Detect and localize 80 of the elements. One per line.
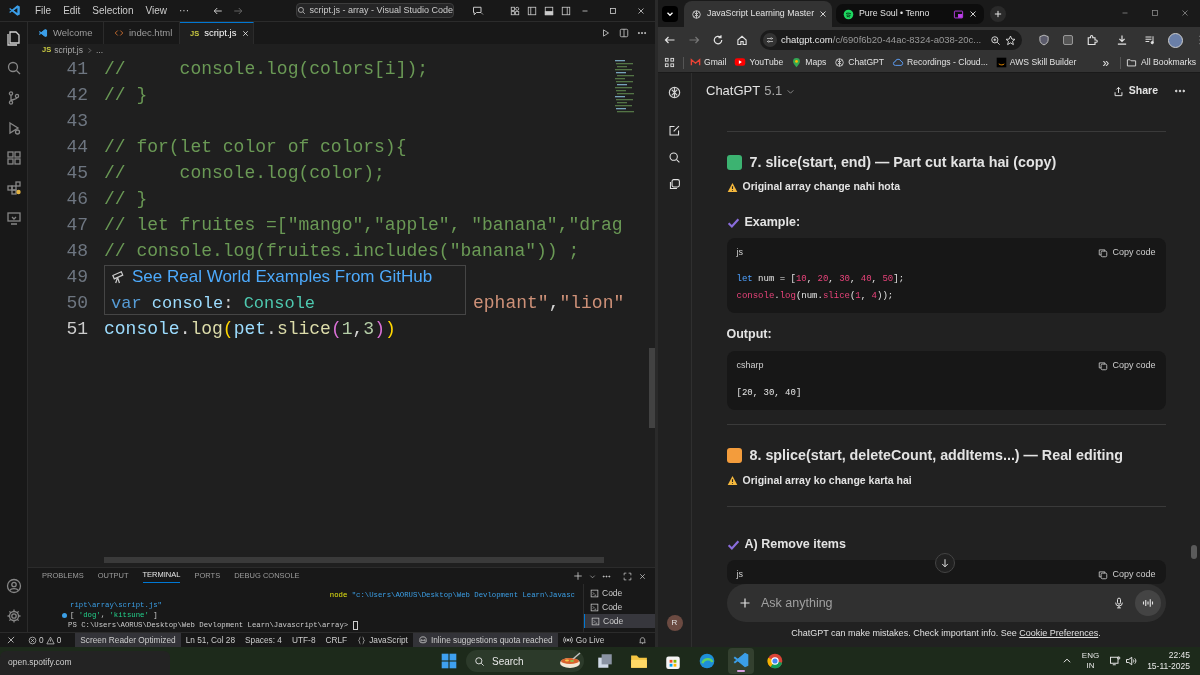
terminal-list-item[interactable]: Code [584,600,655,614]
code-language: js [736,245,743,259]
status-bar-item[interactable]: CRLF [320,633,353,647]
line-number: 48 [65,239,88,263]
bookmark[interactable]: Maps [791,56,827,69]
code-line: console.log(num.slice(1, 4)); [736,289,895,303]
status-bar-item[interactable]: UTF-8 [287,633,321,647]
code-line: console.log(pet.slice(1,3)) [104,317,396,341]
bookmark[interactable]: ChatGPT [834,56,885,69]
code-line: // let fruites =["mango","apple", "banana","drag [104,213,623,237]
window-preview[interactable]: open.spotify.com [0,651,170,675]
browser-tab[interactable]: Pure Soul • Tenno [836,4,984,24]
section-heading: 8. splice(start, deleteCount, addItems...) — Real editing [749,446,1123,466]
all-bookmarks[interactable]: All Bookmarks [1126,56,1196,69]
user-avatar[interactable]: R [666,615,683,631]
line-number: 44 [65,135,88,159]
line-number: 42 [65,83,88,107]
github-examples-link[interactable]: See Real World Examples From GitHub [132,263,433,289]
warning-text: Original array change nahi hota [742,179,901,195]
input-language-indicator[interactable]: ENG IN [1081,651,1100,671]
more-bookmarks-button[interactable]: » [1096,53,1116,72]
menu-item[interactable]: ··· [173,1,195,20]
section-heading: 7. slice(start, end) — Part cut karta hai (copy) [749,153,1057,172]
code-line: // } [104,83,148,107]
status-bar-item[interactable]: Spaces: 4 [240,633,287,647]
status-bar-item[interactable]: Ln 51, Col 28 [180,633,241,647]
code-line: // console.log(fruites.includes("banana")) ; [104,239,580,263]
share-button[interactable]: Share [1112,83,1158,99]
editor-tab[interactable]: Welcome [28,22,104,44]
copy-code-button[interactable]: Copy code [1098,245,1156,260]
output-label: Output: [726,326,773,344]
subheading: A) Remove items [744,536,846,554]
code-line: // console.log(colors[i]); [104,57,429,81]
line-number: 50 [65,291,88,315]
taskbar-search[interactable]: Search [466,650,584,672]
status-bar-item[interactable]: Screen Reader Optimized [75,633,181,647]
disclaimer-text: ChatGPT can make mistakes. Check important info. See Cookie Preferences. [790,626,1102,640]
code-line: // console.log(color); [104,161,385,185]
menu-item[interactable]: Selection [86,1,140,20]
status-bar-item[interactable]: JavaScript [352,633,413,647]
menu-item[interactable]: View [139,1,173,20]
copy-code-button[interactable]: Copy code [1098,359,1156,373]
bookmark[interactable]: Gmail [690,56,727,69]
code-language: csharp [736,359,764,373]
status-bar-item[interactable]: Go Live [557,633,610,647]
bookmark[interactable]: AWS Skill Builder [995,56,1077,69]
bookmark[interactable]: Recordings - Cloud... [892,56,988,69]
code-line: ephant","lion" [473,291,625,315]
type-signature: var console: Console [111,293,317,315]
prompt-input[interactable]: Ask anything [761,593,1103,613]
copy-code-button[interactable]: Copy code [1098,568,1156,582]
line-number: 47 [65,213,88,237]
clock[interactable]: 22:45 15-11-2025 [1147,650,1190,672]
warning-text: Original array ko change karta hai [742,472,912,488]
prompt-field[interactable]: Ask anything [727,584,1166,622]
problems-indicator[interactable]: 0 0 [22,633,68,647]
terminal-list-item[interactable]: Code [584,586,655,600]
terminal-list-item[interactable]: Code [584,614,655,628]
menu-item[interactable]: Edit [57,1,87,20]
line-number: 49 [65,265,88,289]
browser-tab[interactable]: JavaScript Learning Master [684,1,832,27]
line-number: 46 [65,187,88,211]
line-number: 43 [65,109,88,133]
line-number: 41 [65,57,88,81]
code-language: js [736,568,743,582]
subheading: Example: [744,214,801,232]
breadcrumb-item[interactable]: script.js [54,43,83,57]
line-number: 51 [65,317,88,341]
code-line: // for(let color of colors){ [104,135,407,159]
status-bar-item[interactable]: Inline suggestions quota reached [412,633,558,647]
bookmark[interactable]: YouTube [734,56,784,69]
code-line: [20, 30, 40] [736,386,803,400]
breadcrumb-item[interactable]: ... [96,43,104,57]
line-number: 45 [65,161,88,185]
code-line: let num = [10, 20, 30, 40, 50]; [736,273,906,287]
address-bar[interactable]: chatgpt.com/c/690f6b20-44ac-8324-a038-20c... [760,30,1022,50]
command-center[interactable]: script.js - array - Visual Studio Code [295,3,454,18]
code-line: // } [104,187,148,211]
menu-item[interactable]: File [29,1,58,20]
model-selector[interactable]: ChatGPT 5.1 [706,81,796,101]
